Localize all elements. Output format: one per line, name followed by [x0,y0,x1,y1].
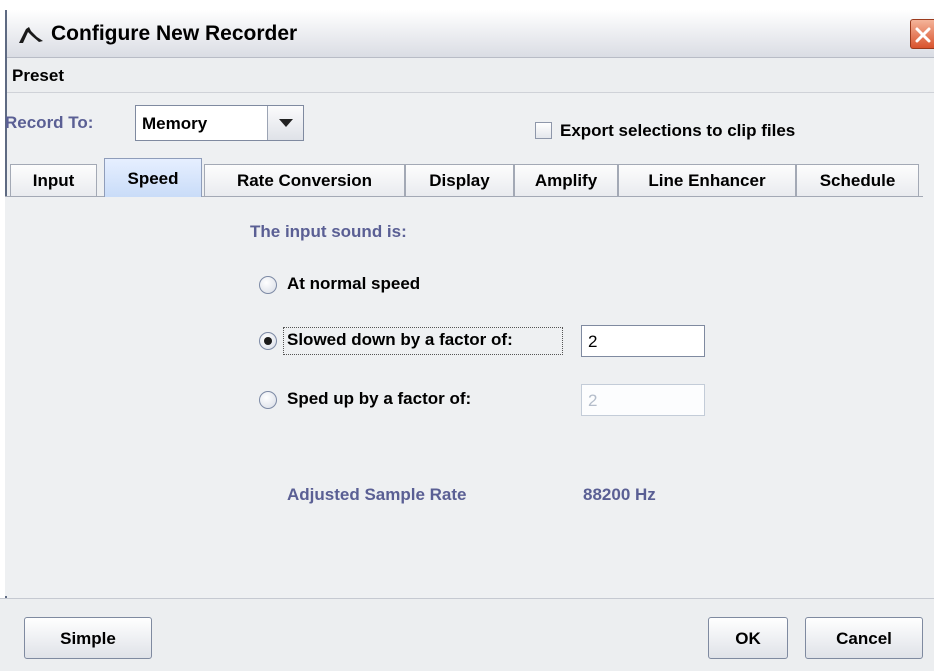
adjusted-sample-rate-label: Adjusted Sample Rate [287,485,467,504]
record-to-select[interactable]: Memory [135,105,304,141]
close-icon [915,27,931,43]
tab-amplify[interactable]: Amplify [514,164,618,196]
record-to-value: Memory [142,114,208,133]
tab-rate-conversion-label: Rate Conversion [236,171,373,190]
tab-rate-conversion[interactable]: Rate Conversion [204,164,405,196]
radio-normal-speed[interactable] [259,276,277,294]
radio-normal-speed-label[interactable]: At normal speed [287,274,420,294]
simple-button[interactable]: Simple [24,617,152,659]
speed-section-title: The input sound is: [250,222,407,241]
tab-display[interactable]: Display [405,164,514,196]
tab-schedule[interactable]: Schedule [796,164,919,196]
chevron-down-icon [279,119,293,127]
tab-input[interactable]: Input [10,164,97,196]
slowdown-factor-input[interactable]: 2 [581,325,705,357]
tab-amplify-label: Amplify [534,171,598,190]
title-bar[interactable]: Configure New Recorder [7,10,934,58]
export-selections-checkbox[interactable] [535,122,552,139]
tab-schedule-label: Schedule [819,171,896,190]
record-to-label: Record To: [5,113,94,132]
radio-sped-up-label[interactable]: Sped up by a factor of: [287,389,471,409]
tab-line-enhancer[interactable]: Line Enhancer [618,164,796,196]
tab-display-label: Display [429,171,490,190]
menu-bar: Preset [7,58,934,93]
ok-button[interactable]: OK [708,617,788,659]
radio-slowed-down-label[interactable]: Slowed down by a factor of: [287,330,513,350]
cancel-button[interactable]: Cancel [805,617,923,659]
radio-selected-dot [264,337,272,345]
speedup-factor-input[interactable]: 2 [581,384,705,416]
tab-input-label: Input [32,171,75,190]
record-to-dropdown-button[interactable] [267,106,303,140]
radio-slowed-down[interactable] [259,332,277,350]
tab-strip: Input Speed Rate Conversion Display Ampl… [10,158,930,197]
tab-line-enhancer-label: Line Enhancer [648,171,766,190]
adjusted-sample-rate-value: 88200 Hz [583,485,656,504]
tab-speed[interactable]: Speed [104,158,202,197]
radio-sped-up[interactable] [259,391,277,409]
tab-speed-label: Speed [127,169,179,188]
menu-preset[interactable]: Preset [12,66,64,86]
export-selections-label[interactable]: Export selections to clip files [560,121,795,141]
window-title: Configure New Recorder [51,22,298,45]
recorder-app-icon [19,27,43,43]
close-button[interactable] [910,19,934,49]
